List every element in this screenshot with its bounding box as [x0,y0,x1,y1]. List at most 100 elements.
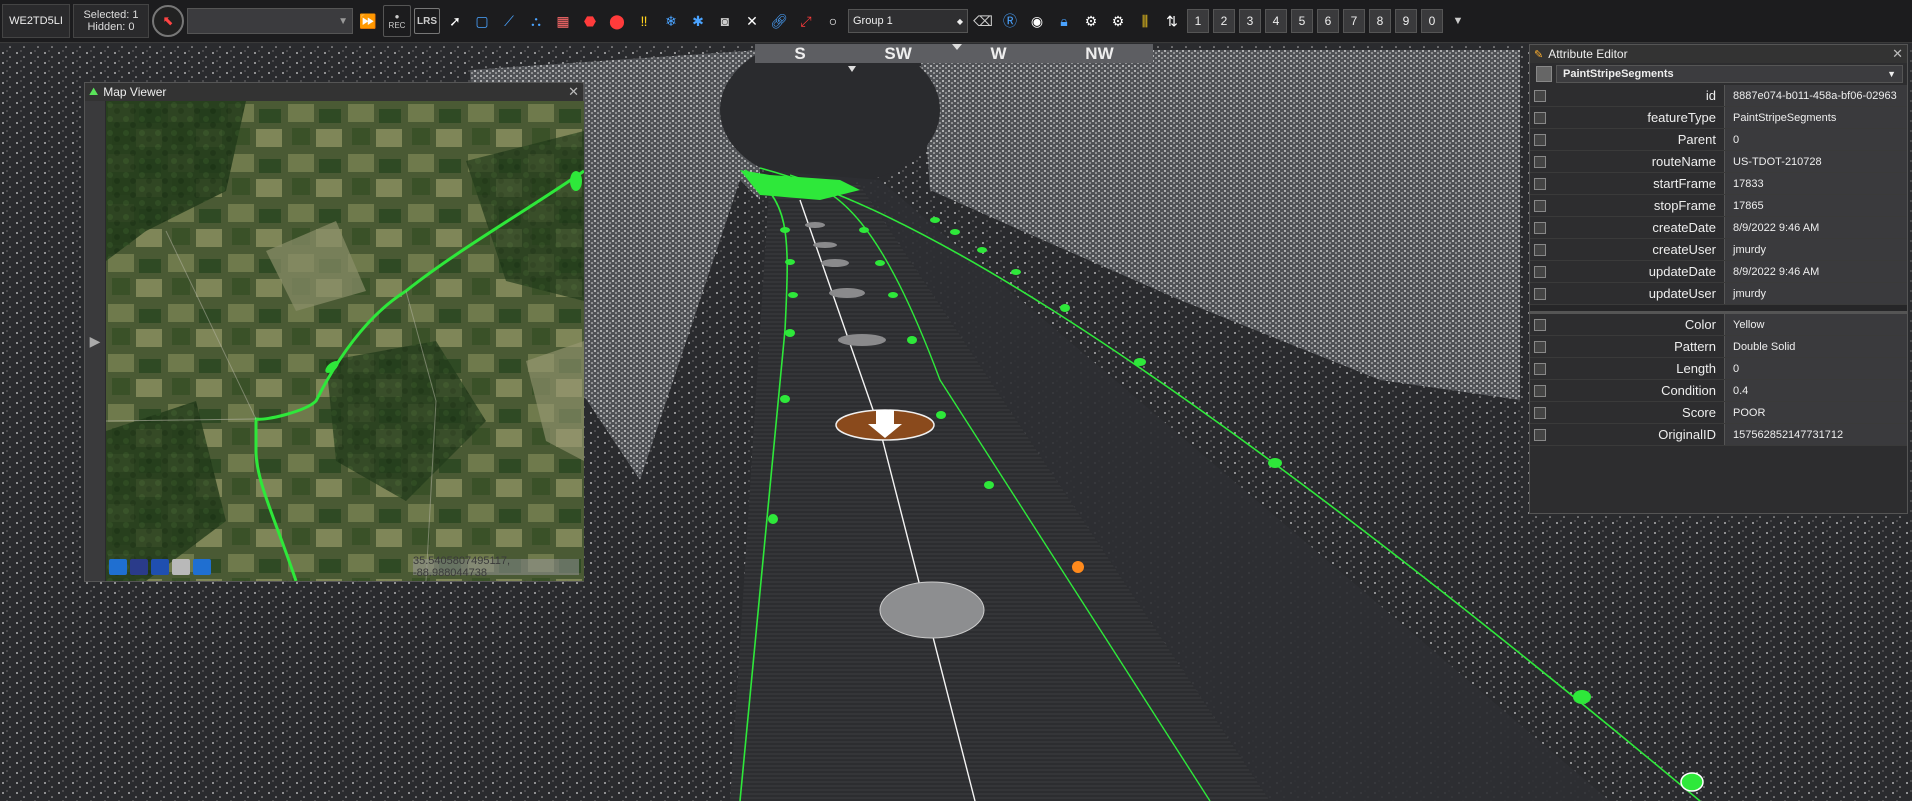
orange-point-marker[interactable] [1072,561,1084,573]
attribute-value-field[interactable]: 0.4 [1724,380,1907,401]
attribute-value-field[interactable]: jmurdy [1724,239,1907,260]
attribute-checkbox[interactable] [1534,362,1546,375]
transfer-icon[interactable]: ⇅ [1160,9,1184,33]
close-icon[interactable]: ✕ [568,84,579,100]
unlink-icon[interactable]: ⤢ [794,9,818,33]
close-x-icon[interactable]: ✕ [740,9,764,33]
number-button-3[interactable]: 3 [1239,9,1261,33]
layer-dropdown[interactable]: ▼ [187,8,353,34]
layers-icon[interactable] [193,559,211,575]
snowflake-icon[interactable]: ❄ [659,9,683,33]
attribute-checkbox[interactable] [1534,221,1546,234]
number-button-0[interactable]: 0 [1421,9,1443,33]
attribute-checkbox[interactable] [1534,428,1546,441]
attribute-checkbox[interactable] [1534,287,1546,300]
number-button-4[interactable]: 4 [1265,9,1287,33]
attribute-value-field[interactable]: Yellow [1724,314,1907,335]
feature-checkbox[interactable] [1536,66,1552,82]
attribute-checkbox[interactable] [1534,133,1546,146]
number-button-1[interactable]: 1 [1187,9,1209,33]
attribute-value-field[interactable]: PaintStripeSegments [1724,107,1907,128]
group-dropdown[interactable]: Group 1 ◆ [848,9,968,33]
link-icon[interactable]: 🔗︎ [767,9,791,33]
ruler-icon[interactable]: ⫼ [1133,9,1157,33]
asterisk-icon[interactable]: ✱ [686,9,710,33]
attribute-key: stopFrame [1653,198,1716,213]
robot-icon[interactable]: ⚙ [1079,9,1103,33]
feature-type-label: PaintStripeSegments [1563,68,1674,80]
attribute-value-field[interactable]: 157562852147731712 [1724,424,1907,445]
attribute-key: createDate [1652,220,1716,235]
attribute-value-field[interactable]: 8/9/2022 9:46 AM [1724,261,1907,282]
play-forward-button[interactable]: ⏩ [356,9,380,33]
attribute-checkbox[interactable] [1534,89,1546,102]
attribute-row: Pattern Double Solid [1530,336,1907,358]
attribute-checkbox[interactable] [1534,199,1546,212]
attribute-value-field[interactable]: 17833 [1724,173,1907,194]
attribute-checkbox[interactable] [1534,155,1546,168]
attribute-checkbox[interactable] [1534,384,1546,397]
attribute-checkbox[interactable] [1534,318,1546,331]
rectangle-select-icon[interactable]: ▢ [470,9,494,33]
marker-pin-icon[interactable]: ⬤ [605,9,629,33]
attribute-row: updateDate 8/9/2022 9:46 AM [1530,261,1907,283]
attribute-checkbox[interactable] [1534,243,1546,256]
number-button-8[interactable]: 8 [1369,9,1391,33]
feature-type-dropdown[interactable]: PaintStripeSegments ▼ [1556,65,1903,83]
map-viewer-title: Map Viewer [103,85,167,99]
lrs-button[interactable]: LRS [414,8,440,34]
camera-icon[interactable]: ◙ [713,9,737,33]
attribute-key: Parent [1677,132,1716,147]
attribute-checkbox[interactable] [1534,111,1546,124]
draw-line-icon[interactable] [109,559,127,575]
warning-icon[interactable]: ‼ [632,9,656,33]
arrow-tool-icon[interactable]: ➚ [443,9,467,33]
number-button-9[interactable]: 9 [1395,9,1417,33]
attribute-checkbox[interactable] [1534,340,1546,353]
line-tool-icon[interactable]: ⟋ [497,9,521,33]
number-button-6[interactable]: 6 [1317,9,1339,33]
number-button-7[interactable]: 7 [1343,9,1365,33]
map-side-toggle[interactable]: ▶ [85,101,105,581]
marker-icon[interactable] [151,559,169,575]
lock-icon[interactable]: 🔒︎ [1052,9,1076,33]
attribute-value-field[interactable]: 0 [1724,129,1907,150]
number-button-2[interactable]: 2 [1213,9,1235,33]
attribute-row: featureType PaintStripeSegments [1530,107,1907,129]
attribute-value-field[interactable]: US-TDOT-210728 [1724,151,1907,172]
color-grid-icon[interactable] [130,559,148,575]
compass-label: W [990,43,1007,63]
attribute-value-field[interactable]: 8/9/2022 9:46 AM [1724,217,1907,238]
clear-icon[interactable]: ⌫ [971,9,995,33]
attribute-checkbox[interactable] [1534,177,1546,190]
attribute-value-field[interactable]: 17865 [1724,195,1907,216]
close-icon[interactable]: ✕ [1892,46,1903,62]
attribute-key: updateDate [1648,264,1716,279]
more-chevron-icon[interactable]: ▼ [1446,9,1470,33]
color-grid-icon[interactable]: ▦ [551,9,575,33]
attribute-checkbox[interactable] [1534,265,1546,278]
eye-icon[interactable]: ◉ [1025,9,1049,33]
compass-label: SW [884,43,912,63]
robot-lock-icon[interactable]: ⚙ [1106,9,1130,33]
edit-icon: ✎ [1534,48,1544,61]
satellite-map[interactable] [106,101,584,581]
attribute-checkbox[interactable] [1534,406,1546,419]
group-tool-icon[interactable]: ⛬ [524,9,548,33]
circle-tool-icon[interactable]: ○ [821,9,845,33]
attribute-value-field[interactable]: POOR [1724,402,1907,423]
attribute-value-field[interactable]: 8887e074-b011-458a-bf06-02963 [1724,85,1907,106]
r-marker-icon[interactable]: Ⓡ [998,9,1022,33]
map-viewer-titlebar[interactable]: ⛰ Map Viewer ✕ [85,83,583,101]
stop-sign-icon[interactable]: ⬣ [578,9,602,33]
measure-icon[interactable] [172,559,190,575]
attribute-key: Length [1676,361,1716,376]
attribute-value-field[interactable]: Double Solid [1724,336,1907,357]
attribute-value-field[interactable]: jmurdy [1724,283,1907,304]
attribute-editor-titlebar[interactable]: ✎ Attribute Editor ✕ [1530,45,1907,63]
number-button-5[interactable]: 5 [1291,9,1313,33]
attribute-value-field[interactable]: 0 [1724,358,1907,379]
record-button[interactable]: ● REC [383,5,411,37]
compass-reset-button[interactable]: ⬉ [152,5,184,37]
attribute-key: updateUser [1648,286,1716,301]
